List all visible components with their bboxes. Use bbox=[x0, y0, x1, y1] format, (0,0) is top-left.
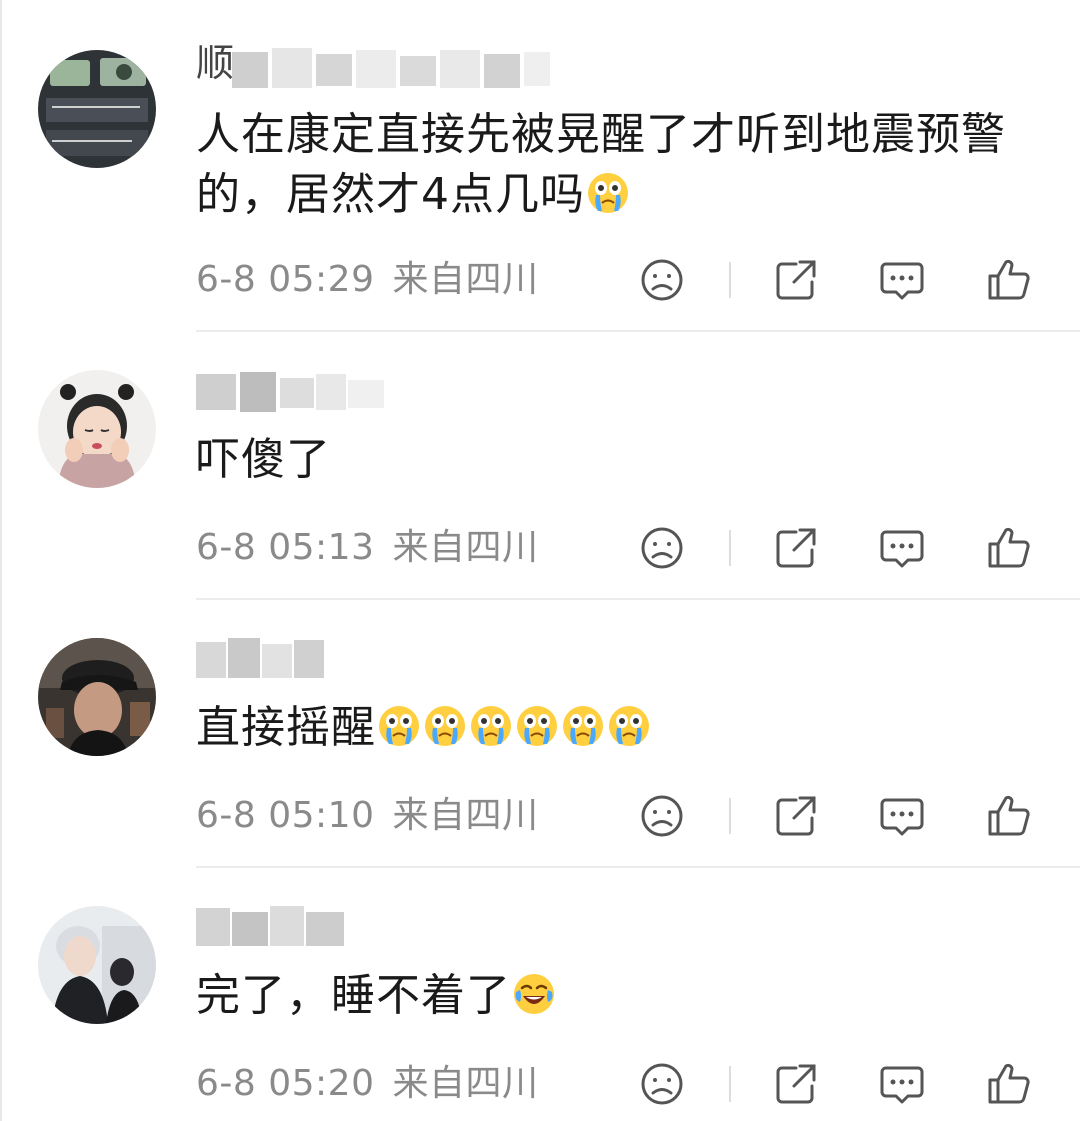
avatar[interactable] bbox=[38, 50, 156, 168]
username-blurred[interactable] bbox=[232, 42, 552, 94]
username-blurred[interactable] bbox=[196, 900, 346, 952]
comment-divider bbox=[196, 598, 1080, 600]
action-separator bbox=[729, 262, 731, 298]
comment-time: 6-8 05:20 bbox=[196, 1063, 375, 1104]
comment-location: 来自四川 bbox=[392, 795, 539, 836]
comment-icon[interactable] bbox=[878, 1060, 926, 1108]
comment-location: 来自四川 bbox=[392, 527, 539, 568]
comment-meta: 6-8 05:13 来自四川 bbox=[196, 530, 539, 566]
comment-text-content: 直接摇醒 bbox=[196, 702, 376, 753]
crying-face-emoji bbox=[586, 171, 630, 215]
comment-time: 6-8 05:29 bbox=[196, 259, 375, 300]
comment-text: 直接摇醒 bbox=[196, 698, 1040, 758]
laughing-tears-emoji bbox=[512, 972, 556, 1016]
comment-icon[interactable] bbox=[878, 524, 926, 572]
like-icon[interactable] bbox=[984, 524, 1032, 572]
comment-text: 人在康定直接先被晃醒了才听到地震预警的，居然才4点几吗 bbox=[196, 105, 1040, 225]
username-blurred[interactable] bbox=[196, 632, 326, 684]
crying-face-emoji bbox=[561, 704, 605, 748]
comment-divider bbox=[196, 330, 1080, 332]
comment-text-content: 完了，睡不着了 bbox=[196, 970, 511, 1021]
username-blurred[interactable] bbox=[196, 364, 386, 416]
comment-item: 顺 人在康定直接先被晃醒了才听到地震预警的，居然才4点几吗 6-8 05:29 来… bbox=[0, 0, 1080, 332]
comment-text-content: 吓傻了 bbox=[196, 434, 331, 485]
crying-face-emoji bbox=[377, 704, 421, 748]
share-icon[interactable] bbox=[772, 256, 820, 304]
comment-location: 来自四川 bbox=[392, 259, 539, 300]
comment-meta: 6-8 05:20 来自四川 bbox=[196, 1066, 539, 1102]
crying-face-emoji bbox=[423, 704, 467, 748]
share-icon[interactable] bbox=[772, 1060, 820, 1108]
share-icon[interactable] bbox=[772, 524, 820, 572]
crying-face-emoji bbox=[607, 704, 651, 748]
comment-meta: 6-8 05:10 来自四川 bbox=[196, 798, 539, 834]
comment-time: 6-8 05:10 bbox=[196, 795, 375, 836]
sad-face-icon[interactable] bbox=[638, 1060, 686, 1108]
comment-meta: 6-8 05:29 来自四川 bbox=[196, 262, 539, 298]
like-icon[interactable] bbox=[984, 256, 1032, 304]
comment-text: 吓傻了 bbox=[196, 430, 1040, 490]
action-separator bbox=[729, 530, 731, 566]
action-separator bbox=[729, 1066, 731, 1102]
sad-face-icon[interactable] bbox=[638, 524, 686, 572]
sad-face-icon[interactable] bbox=[638, 256, 686, 304]
like-icon[interactable] bbox=[984, 1060, 1032, 1108]
comment-location: 来自四川 bbox=[392, 1063, 539, 1104]
crying-face-emoji bbox=[469, 704, 513, 748]
avatar[interactable] bbox=[38, 906, 156, 1024]
action-separator bbox=[729, 798, 731, 834]
comment-time: 6-8 05:13 bbox=[196, 527, 375, 568]
comment-divider bbox=[196, 866, 1080, 868]
avatar[interactable] bbox=[38, 370, 156, 488]
comment-text: 完了，睡不着了 bbox=[196, 966, 1040, 1026]
share-icon[interactable] bbox=[772, 792, 820, 840]
comment-icon[interactable] bbox=[878, 792, 926, 840]
username-visible-char: 顺 bbox=[196, 41, 235, 85]
avatar[interactable] bbox=[38, 638, 156, 756]
comment-icon[interactable] bbox=[878, 256, 926, 304]
sad-face-icon[interactable] bbox=[638, 792, 686, 840]
like-icon[interactable] bbox=[984, 792, 1032, 840]
crying-face-emoji bbox=[515, 704, 559, 748]
